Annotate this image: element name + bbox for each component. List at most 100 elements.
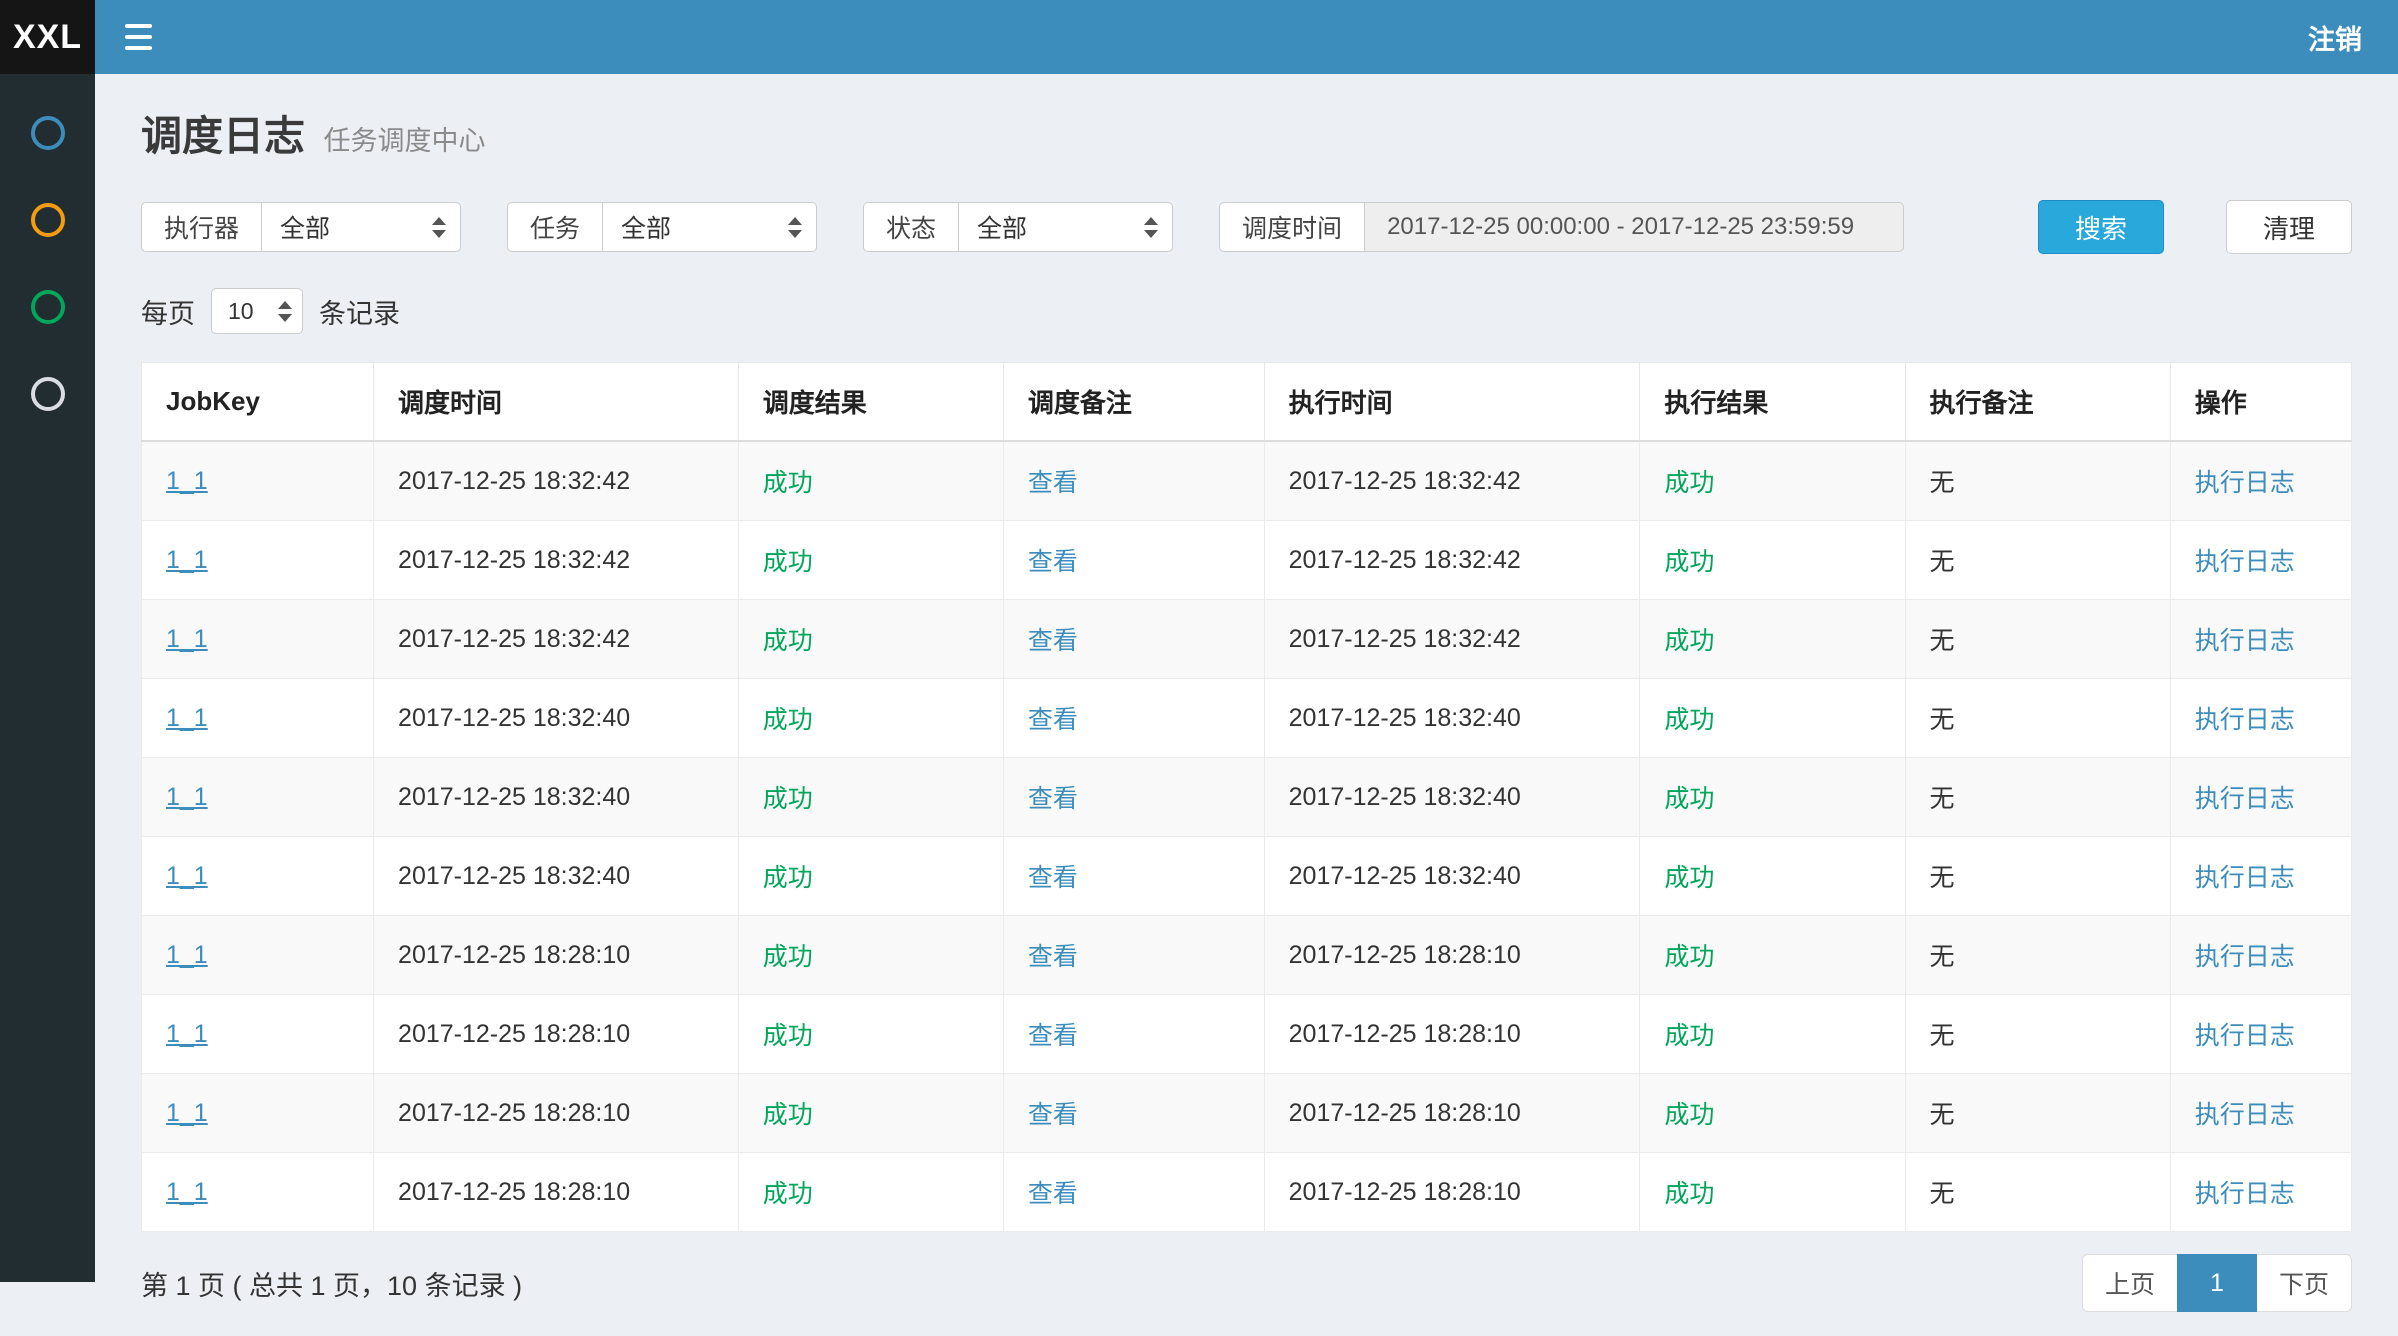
jobkey-link[interactable]: 1_1 — [166, 1020, 208, 1048]
sidebar-item-circle-white[interactable] — [31, 377, 65, 411]
exec-log-link[interactable]: 执行日志 — [2195, 1180, 2295, 1208]
hamburger-icon — [125, 24, 152, 28]
pagination: 上页 1 下页 — [2082, 1254, 2352, 1312]
exec-log-link[interactable]: 执行日志 — [2195, 627, 2295, 655]
handle-msg-cell: 无 — [1905, 1153, 2170, 1232]
select-arrows-icon — [1144, 217, 1158, 238]
jobkey-link[interactable]: 1_1 — [166, 704, 208, 732]
log-table-head-row: JobKey调度时间调度结果调度备注执行时间执行结果执行备注操作 — [142, 363, 2352, 442]
page-size-select[interactable]: 10 — [211, 288, 303, 334]
sidebar-menu — [0, 74, 95, 411]
table-row: 1_1 2017-12-25 18:32:40 成功 查看 2017-12-25… — [142, 837, 2352, 916]
handle-result-text: 成功 — [1664, 864, 1714, 892]
handle-time-cell: 2017-12-25 18:28:10 — [1264, 1153, 1640, 1232]
exec-log-link[interactable]: 执行日志 — [2195, 469, 2295, 497]
sidebar-item-circle-blue[interactable] — [31, 116, 65, 150]
exec-log-link[interactable]: 执行日志 — [2195, 943, 2295, 971]
table-footer: 第 1 页 ( 总共 1 页，10 条记录 ) 上页 1 下页 — [141, 1254, 2352, 1336]
handle-msg-cell: 无 — [1905, 995, 2170, 1074]
handle-result-text: 成功 — [1664, 706, 1714, 734]
logout-link[interactable]: 注销 — [2272, 0, 2398, 74]
trigger-msg-link[interactable]: 查看 — [1028, 1022, 1078, 1050]
handle-msg-cell: 无 — [1905, 1074, 2170, 1153]
handle-msg-cell: 无 — [1905, 758, 2170, 837]
sidebar-item-circle-orange[interactable] — [31, 203, 65, 237]
page-title: 调度日志 — [141, 113, 305, 159]
next-page-button[interactable]: 下页 — [2256, 1254, 2352, 1312]
trigger-msg-link[interactable]: 查看 — [1028, 469, 1078, 497]
trigger-msg-link[interactable]: 查看 — [1028, 548, 1078, 576]
table-row: 1_1 2017-12-25 18:32:42 成功 查看 2017-12-25… — [142, 441, 2352, 521]
executor-filter-group: 执行器 全部 — [141, 202, 461, 252]
jobkey-link[interactable]: 1_1 — [166, 941, 208, 969]
executor-select[interactable]: 全部 — [261, 202, 461, 252]
handle-result-text: 成功 — [1664, 1101, 1714, 1129]
job-select-value: 全部 — [621, 209, 671, 245]
sidebar-item-circle-green[interactable] — [31, 290, 65, 324]
page-header: 调度日志 任务调度中心 — [141, 102, 2352, 162]
handle-time-cell: 2017-12-25 18:32:40 — [1264, 758, 1640, 837]
exec-log-link[interactable]: 执行日志 — [2195, 548, 2295, 576]
job-select[interactable]: 全部 — [602, 202, 817, 252]
exec-log-link[interactable]: 执行日志 — [2195, 706, 2295, 734]
trigger-msg-link[interactable]: 查看 — [1028, 785, 1078, 813]
handle-result-text: 成功 — [1664, 1022, 1714, 1050]
executor-select-value: 全部 — [280, 209, 330, 245]
trigger-msg-link[interactable]: 查看 — [1028, 706, 1078, 734]
handle-msg-cell: 无 — [1905, 679, 2170, 758]
table-row: 1_1 2017-12-25 18:32:40 成功 查看 2017-12-25… — [142, 758, 2352, 837]
job-filter-label: 任务 — [507, 202, 602, 252]
column-header: 执行时间 — [1264, 363, 1640, 442]
table-row: 1_1 2017-12-25 18:28:10 成功 查看 2017-12-25… — [142, 1074, 2352, 1153]
table-row: 1_1 2017-12-25 18:28:10 成功 查看 2017-12-25… — [142, 995, 2352, 1074]
sidebar-toggle-button[interactable] — [95, 0, 182, 74]
trigger-msg-link[interactable]: 查看 — [1028, 627, 1078, 655]
column-header: 调度结果 — [738, 363, 1003, 442]
status-select[interactable]: 全部 — [958, 202, 1173, 252]
trigger-msg-link[interactable]: 查看 — [1028, 864, 1078, 892]
trigger-time-cell: 2017-12-25 18:28:10 — [374, 1074, 739, 1153]
handle-result-text: 成功 — [1664, 1180, 1714, 1208]
jobkey-link[interactable]: 1_1 — [166, 625, 208, 653]
exec-log-link[interactable]: 执行日志 — [2195, 864, 2295, 892]
column-header: 执行结果 — [1640, 363, 1905, 442]
trigger-time-range-input[interactable] — [1364, 202, 1904, 252]
trigger-time-cell: 2017-12-25 18:28:10 — [374, 1153, 739, 1232]
log-table: JobKey调度时间调度结果调度备注执行时间执行结果执行备注操作 1_1 201… — [141, 362, 2352, 1232]
handle-result-text: 成功 — [1664, 943, 1714, 971]
column-header: 执行备注 — [1905, 363, 2170, 442]
jobkey-link[interactable]: 1_1 — [166, 1099, 208, 1127]
jobkey-link[interactable]: 1_1 — [166, 1178, 208, 1206]
trigger-time-cell: 2017-12-25 18:32:42 — [374, 600, 739, 679]
handle-time-cell: 2017-12-25 18:28:10 — [1264, 995, 1640, 1074]
status-filter-label: 状态 — [863, 202, 958, 252]
exec-log-link[interactable]: 执行日志 — [2195, 785, 2295, 813]
trigger-msg-link[interactable]: 查看 — [1028, 1180, 1078, 1208]
table-row: 1_1 2017-12-25 18:28:10 成功 查看 2017-12-25… — [142, 1153, 2352, 1232]
prev-page-button[interactable]: 上页 — [2082, 1254, 2178, 1312]
current-page-button[interactable]: 1 — [2177, 1254, 2257, 1312]
jobkey-link[interactable]: 1_1 — [166, 467, 208, 495]
search-button[interactable]: 搜索 — [2038, 200, 2164, 254]
pagination-summary: 第 1 页 ( 总共 1 页，10 条记录 ) — [141, 1264, 522, 1303]
handle-time-cell: 2017-12-25 18:32:40 — [1264, 837, 1640, 916]
jobkey-link[interactable]: 1_1 — [166, 862, 208, 890]
app-logo[interactable]: XXL — [0, 0, 95, 74]
handle-result-text: 成功 — [1664, 548, 1714, 576]
clear-button[interactable]: 清理 — [2226, 200, 2352, 254]
trigger-time-cell: 2017-12-25 18:32:40 — [374, 758, 739, 837]
trigger-result-text: 成功 — [763, 1180, 813, 1208]
page-size-suffix: 条记录 — [319, 292, 400, 331]
trigger-msg-link[interactable]: 查看 — [1028, 943, 1078, 971]
table-row: 1_1 2017-12-25 18:32:42 成功 查看 2017-12-25… — [142, 600, 2352, 679]
trigger-time-cell: 2017-12-25 18:32:42 — [374, 521, 739, 600]
column-header: JobKey — [142, 363, 374, 442]
exec-log-link[interactable]: 执行日志 — [2195, 1101, 2295, 1129]
jobkey-link[interactable]: 1_1 — [166, 783, 208, 811]
handle-time-cell: 2017-12-25 18:32:42 — [1264, 441, 1640, 521]
trigger-msg-link[interactable]: 查看 — [1028, 1101, 1078, 1129]
jobkey-link[interactable]: 1_1 — [166, 546, 208, 574]
exec-log-link[interactable]: 执行日志 — [2195, 1022, 2295, 1050]
filter-toolbar: 执行器 全部 任务 全部 状态 全部 调度时间 搜索 清理 — [141, 200, 2352, 254]
table-row: 1_1 2017-12-25 18:32:40 成功 查看 2017-12-25… — [142, 679, 2352, 758]
